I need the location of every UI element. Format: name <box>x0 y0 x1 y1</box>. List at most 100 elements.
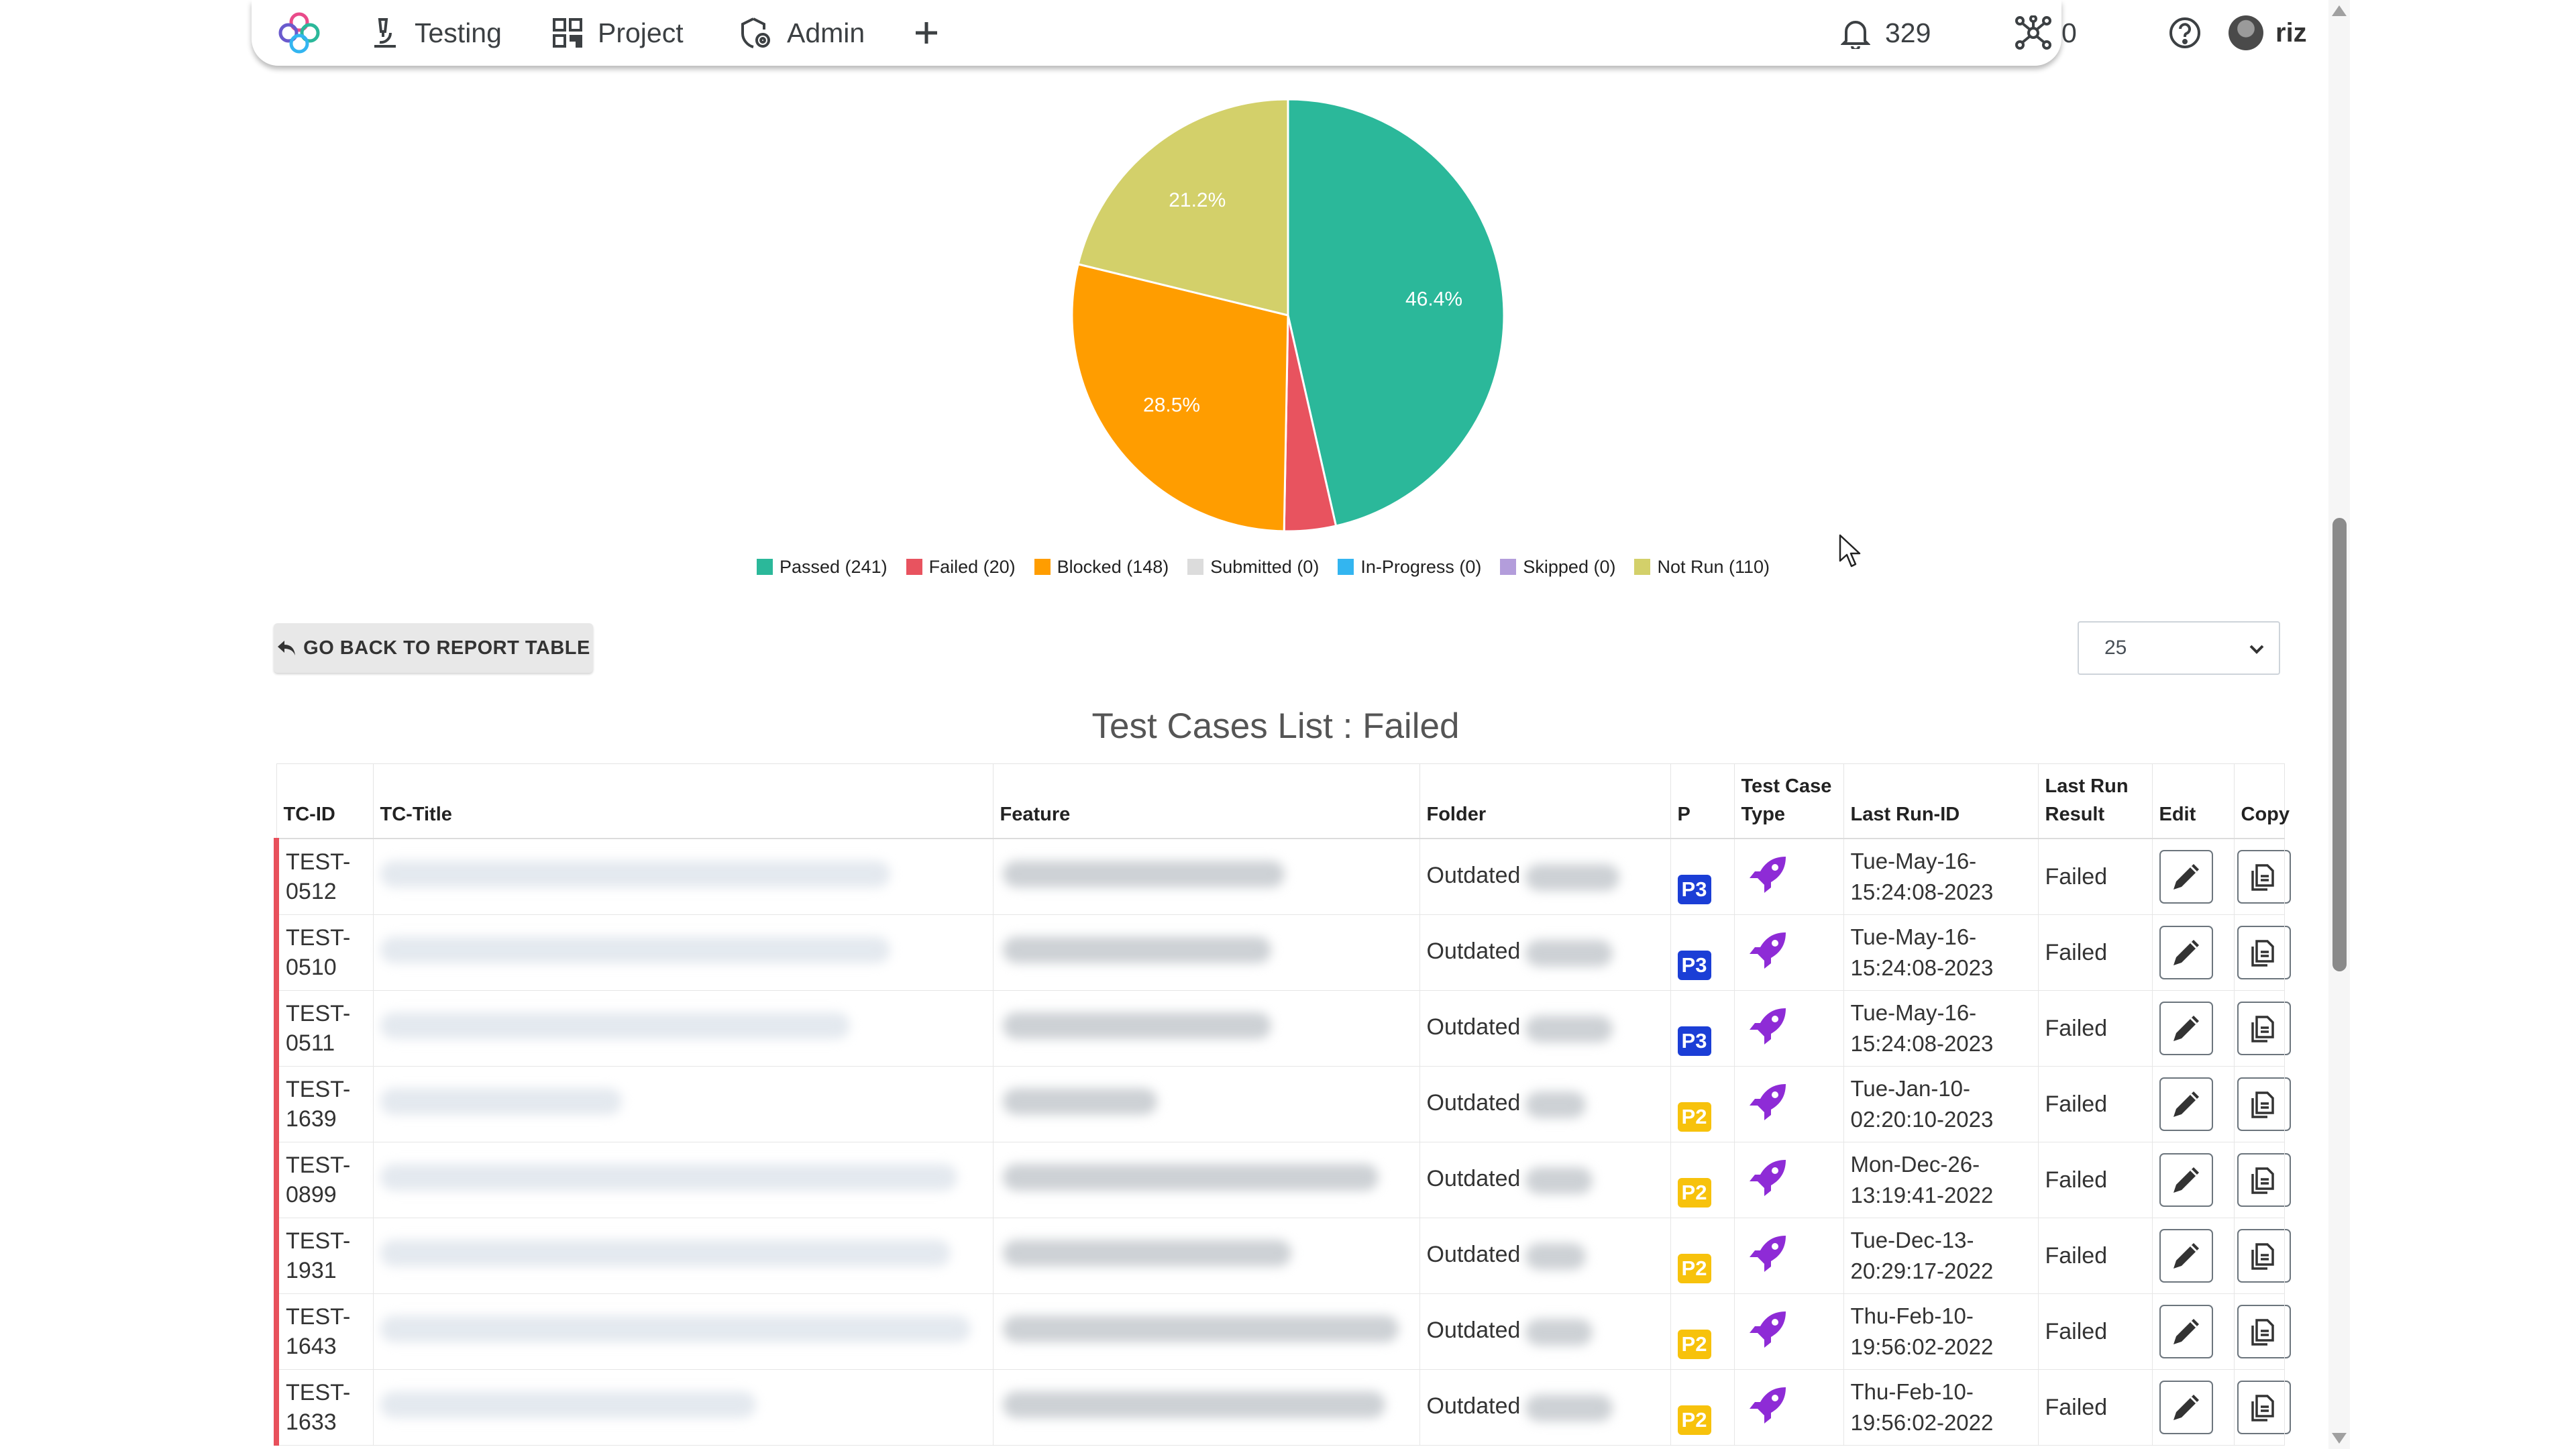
copy-cell <box>2233 1218 2291 1294</box>
col-header-last-run-id[interactable]: Last Run-ID <box>1843 763 2039 839</box>
legend-label: In-Progress (0) <box>1360 556 1482 577</box>
scroll-down-arrow-icon[interactable] <box>2332 1433 2347 1444</box>
col-header-feature[interactable]: Feature <box>992 763 1420 839</box>
legend-label: Passed (241) <box>780 556 888 577</box>
results-pie-chart: 46.4% 28.5% 21.2% <box>1071 98 1505 533</box>
edit-cell <box>2151 838 2235 915</box>
notifications-button[interactable]: 329 <box>1841 0 1931 66</box>
legend-swatch <box>1500 559 1517 575</box>
copy-button[interactable] <box>2237 1381 2291 1434</box>
legend-label: Submitted (0) <box>1210 556 1320 577</box>
help-button[interactable] <box>2168 0 2202 66</box>
tc-title-redacted <box>372 1369 994 1446</box>
edit-button[interactable] <box>2159 1153 2213 1207</box>
legend-item-not-run[interactable]: Not Run (110) <box>1634 557 1770 578</box>
last-run-id-link[interactable]: Tue-May-16- 15:24:08-2023 <box>1843 914 2039 991</box>
col-header-copy: Copy <box>2233 763 2290 839</box>
tc-id-link[interactable]: TEST- 1639 <box>274 1066 374 1142</box>
edit-cell <box>2151 1218 2235 1294</box>
go-back-button[interactable]: GO BACK TO REPORT TABLE <box>274 623 593 673</box>
priority-cell: P2 <box>1670 1218 1735 1294</box>
feature-redacted <box>992 990 1420 1067</box>
tc-id-link[interactable]: TEST- 1633 <box>274 1369 374 1446</box>
tc-id-link[interactable]: TEST- 0899 <box>274 1142 374 1218</box>
copy-button[interactable] <box>2237 926 2291 979</box>
priority-badge: P3 <box>1677 951 1711 980</box>
edit-button[interactable] <box>2159 1002 2213 1055</box>
last-run-id-link[interactable]: Tue-Jan-10- 02:20:10-2023 <box>1843 1066 2039 1142</box>
nav-project[interactable]: Project <box>552 0 684 66</box>
legend-item-skipped[interactable]: Skipped (0) <box>1500 557 1615 578</box>
priority-badge: P3 <box>1677 1026 1711 1056</box>
edit-button[interactable] <box>2159 850 2213 904</box>
last-run-id-link[interactable]: Mon-Dec-26- 13:19:41-2022 <box>1843 1142 2039 1218</box>
nav-admin[interactable]: Admin <box>739 0 865 66</box>
last-run-id-link[interactable]: Tue-Dec-13- 20:29:17-2022 <box>1843 1218 2039 1294</box>
priority-cell: P3 <box>1670 914 1735 991</box>
last-run-id-link[interactable]: Tue-May-16- 15:24:08-2023 <box>1843 838 2039 915</box>
col-header-tc-id[interactable]: TC-ID <box>276 763 374 839</box>
add-button[interactable] <box>913 0 940 66</box>
last-run-id-link[interactable]: Thu-Feb-10- 19:56:02-2022 <box>1843 1369 2039 1446</box>
page-size-select[interactable]: 25 <box>2078 621 2280 675</box>
folder-cell: Outdated <box>1419 1218 1671 1294</box>
integrations-count: 0 <box>2061 17 2077 48</box>
legend-item-passed[interactable]: Passed (241) <box>757 557 888 578</box>
nav-testing[interactable]: Testing <box>370 0 502 66</box>
col-header-last-run-result[interactable]: Last Run Result <box>2037 763 2153 839</box>
tc-id-link[interactable]: TEST- 0510 <box>274 914 374 991</box>
feature-redacted <box>992 1066 1420 1142</box>
copy-button[interactable] <box>2237 1229 2291 1283</box>
col-header-priority[interactable]: P <box>1670 763 1735 839</box>
col-header-type[interactable]: Test Case Type <box>1733 763 1844 839</box>
copy-cell <box>2233 838 2291 915</box>
last-run-result: Failed <box>2037 990 2153 1067</box>
priority-badge: P2 <box>1677 1330 1711 1359</box>
tc-id-link[interactable]: TEST- 0511 <box>274 990 374 1067</box>
last-run-id-link[interactable]: Thu-Feb-10- 19:56:02-2022 <box>1843 1293 2039 1370</box>
user-menu[interactable]: riz <box>2229 0 2307 66</box>
legend-item-in-progress[interactable]: In-Progress (0) <box>1338 557 1481 578</box>
copy-icon <box>2251 1243 2274 1270</box>
microscope-icon <box>374 18 396 48</box>
rocket-icon <box>1749 1008 1786 1044</box>
legend-item-failed[interactable]: Failed (20) <box>906 557 1016 578</box>
test-type-cell <box>1733 990 1844 1067</box>
edit-button[interactable] <box>2159 1381 2213 1434</box>
copy-button[interactable] <box>2237 1305 2291 1358</box>
copy-button[interactable] <box>2237 1002 2291 1055</box>
list-title: Test Cases List : Failed <box>1091 706 1460 746</box>
edit-button[interactable] <box>2159 1305 2213 1358</box>
copy-button[interactable] <box>2237 1077 2291 1131</box>
copy-button[interactable] <box>2237 850 2291 904</box>
app-logo[interactable] <box>277 0 321 66</box>
tc-id-link[interactable]: TEST- 1931 <box>274 1218 374 1294</box>
col-header-folder[interactable]: Folder <box>1419 763 1671 839</box>
copy-button[interactable] <box>2237 1153 2291 1207</box>
priority-badge: P2 <box>1677 1254 1711 1283</box>
reply-arrow-icon <box>278 641 296 655</box>
table-row: TEST- 0510 Outdated P3 Tue-May-16- 15:24:08-2… <box>274 914 2291 991</box>
edit-button[interactable] <box>2159 1229 2213 1283</box>
bell-icon <box>1841 21 1870 49</box>
copy-cell <box>2233 1293 2291 1370</box>
last-run-id-link[interactable]: Tue-May-16- 15:24:08-2023 <box>1843 990 2039 1067</box>
rocket-icon <box>1749 1311 1786 1348</box>
edit-button[interactable] <box>2159 1077 2213 1131</box>
integrations-button[interactable]: 0 <box>2015 0 2077 66</box>
priority-badge: P2 <box>1677 1405 1711 1435</box>
feature-redacted <box>992 914 1420 991</box>
folder-cell: Outdated <box>1419 838 1671 915</box>
table-header-row: TC-ID TC-Title Feature Folder P Test Cas… <box>276 763 2290 839</box>
table-row: TEST- 0512 Outdated P3 Tue-May-16- 15:24:08-2… <box>274 838 2291 915</box>
folder-cell: Outdated <box>1419 1293 1671 1370</box>
edit-button[interactable] <box>2159 926 2213 979</box>
legend-item-blocked[interactable]: Blocked (148) <box>1034 557 1169 578</box>
scroll-up-arrow-icon[interactable] <box>2332 5 2347 16</box>
tc-id-link[interactable]: TEST- 1643 <box>274 1293 374 1370</box>
legend-item-submitted[interactable]: Submitted (0) <box>1187 557 1319 578</box>
tc-title-redacted <box>372 1293 994 1370</box>
tc-id-link[interactable]: TEST- 0512 <box>274 838 374 915</box>
legend-label: Not Run (110) <box>1657 556 1770 577</box>
col-header-tc-title[interactable]: TC-Title <box>372 763 994 839</box>
